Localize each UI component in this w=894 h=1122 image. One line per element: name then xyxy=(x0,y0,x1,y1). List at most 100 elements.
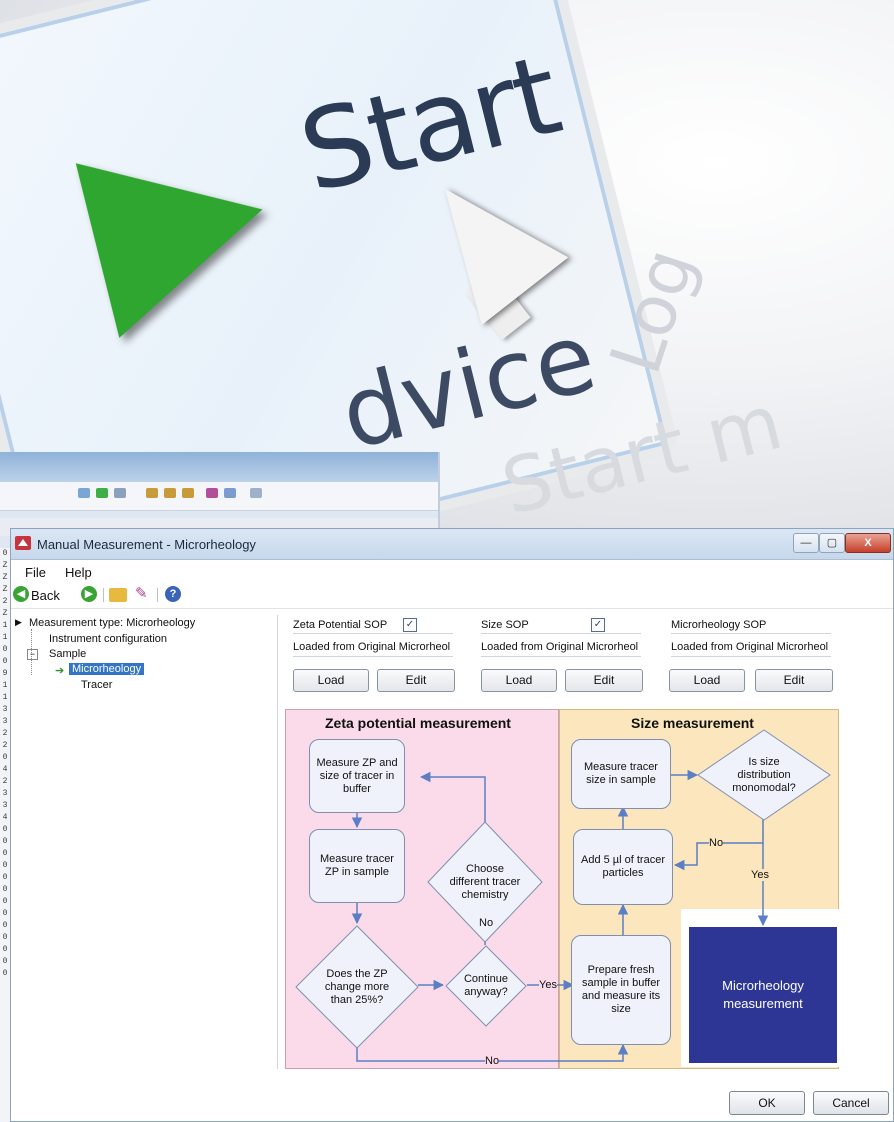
size-sop-status: Loaded from Original Microrheol xyxy=(481,641,639,653)
toolbar-icon xyxy=(206,488,218,498)
tree-item-measurement-type[interactable]: Measurement type: Microrheology xyxy=(29,617,195,629)
background-toolbar xyxy=(0,482,438,511)
tree-expand-icon[interactable]: ▶ xyxy=(15,617,22,628)
menu-help[interactable]: Help xyxy=(65,565,92,580)
zeta-sop-label: Zeta Potential SOP xyxy=(293,619,388,631)
microrheology-sop-load-button[interactable]: Load xyxy=(669,669,745,692)
row-number: 0 xyxy=(2,849,8,858)
current-step-arrow-icon: ➔ xyxy=(55,665,65,677)
zeta-sop-checkbox[interactable]: ✓ xyxy=(403,618,417,632)
size-sop-label: Size SOP xyxy=(481,619,529,631)
measure-tracer-zp-box: Measure tracer ZP in sample xyxy=(309,829,405,903)
row-number: 1 xyxy=(2,633,8,642)
continue-text: Continue anyway? xyxy=(463,973,509,998)
row-number: 0 xyxy=(2,921,8,930)
label-yes-continue: Yes xyxy=(539,979,557,991)
row-number: 0 xyxy=(2,873,8,882)
minimize-button[interactable]: — xyxy=(793,533,819,553)
microrheology-sop-edit-button[interactable]: Edit xyxy=(755,669,833,692)
row-number: 1 xyxy=(2,621,8,630)
forward-arrow-icon[interactable]: ▶ xyxy=(81,586,97,602)
zeta-sop-load-button[interactable]: Load xyxy=(293,669,369,692)
size-sop-edit-button[interactable]: Edit xyxy=(565,669,643,692)
zp-change-decision: Does the ZP change more than 25%? xyxy=(295,925,419,1049)
help-icon[interactable]: ? xyxy=(165,586,181,602)
row-number: 3 xyxy=(2,705,8,714)
row-number: 0 xyxy=(2,945,8,954)
row-number: 0 xyxy=(2,861,8,870)
add-tracer-box: Add 5 µl of tracer particles xyxy=(573,829,673,905)
measure-zp-box: Measure ZP and size of tracer in buffer xyxy=(309,739,405,813)
row-number: 9 xyxy=(2,669,8,678)
manual-measurement-dialog: Manual Measurement - Microrheology — ▢ X… xyxy=(10,528,894,1122)
toolbar: ◀ Back ▶ ✎ ? xyxy=(11,582,893,609)
play-small-icon xyxy=(96,488,108,498)
dialog-titlebar: Manual Measurement - Microrheology — ▢ X xyxy=(11,529,893,560)
background-titlebar xyxy=(0,452,438,482)
row-number: 0 xyxy=(2,969,8,978)
dialog-title: Manual Measurement - Microrheology xyxy=(37,537,256,552)
zp-change-text: Does the ZP change more than 25%? xyxy=(324,967,390,1006)
row-number: 0 xyxy=(2,753,8,762)
tree-item-instrument[interactable]: Instrument configuration xyxy=(49,633,167,645)
app-logo-icon xyxy=(15,536,31,550)
row-number: 0 xyxy=(2,909,8,918)
divider xyxy=(293,633,453,634)
row-number: Z xyxy=(2,573,8,582)
size-sop-checkbox[interactable]: ✓ xyxy=(591,618,605,632)
row-number: 2 xyxy=(2,597,8,606)
size-sop-load-button[interactable]: Load xyxy=(481,669,557,692)
row-number: 1 xyxy=(2,681,8,690)
row-number: 0 xyxy=(2,897,8,906)
microrheology-sop-label: Microrheology SOP xyxy=(671,619,767,631)
row-number: 3 xyxy=(2,801,8,810)
edit-icon[interactable]: ✎ xyxy=(135,586,151,602)
maximize-button[interactable]: ▢ xyxy=(819,533,845,553)
divider xyxy=(671,633,831,634)
label-no-monomodal: No xyxy=(709,837,724,849)
back-arrow-icon[interactable]: ◀ xyxy=(13,586,29,602)
row-number: 4 xyxy=(2,765,8,774)
row-number: 0 xyxy=(2,657,8,666)
folder-icon xyxy=(182,488,194,498)
divider xyxy=(671,656,831,657)
row-number: 0 xyxy=(2,885,8,894)
row-number: 0 xyxy=(2,825,8,834)
microrheology-measurement-box: Microrheology measurement xyxy=(689,927,837,1063)
prepare-fresh-sample-box: Prepare fresh sample in buffer and measu… xyxy=(571,935,671,1045)
close-button[interactable]: X xyxy=(845,533,891,553)
toolbar-icon xyxy=(250,488,262,498)
row-number: 3 xyxy=(2,789,8,798)
open-folder-icon[interactable] xyxy=(109,588,127,602)
row-number: 2 xyxy=(2,741,8,750)
label-no-bottom: No xyxy=(485,1055,500,1067)
monomodal-decision: Is size distribution monomodal? xyxy=(697,729,831,821)
tree-collapse-icon[interactable]: − xyxy=(27,649,38,660)
row-number: 0 xyxy=(2,645,8,654)
row-number: Z xyxy=(2,609,8,618)
measurement-flowchart: Zeta potential measurement Size measurem… xyxy=(285,709,839,1069)
row-number: 3 xyxy=(2,717,8,726)
microrheology-sop-status: Loaded from Original Microrheol xyxy=(671,641,829,653)
divider xyxy=(481,633,641,634)
cancel-button[interactable]: Cancel xyxy=(813,1091,889,1115)
tree-item-microrheology[interactable]: Microrheology xyxy=(69,663,145,675)
ok-button[interactable]: OK xyxy=(729,1091,805,1115)
toolbar-icon xyxy=(114,488,126,498)
tree-item-tracer[interactable]: Tracer xyxy=(81,679,112,691)
back-button[interactable]: Back xyxy=(31,588,60,603)
row-number: 2 xyxy=(2,777,8,786)
monomodal-text: Is size distribution monomodal? xyxy=(732,755,796,794)
label-yes-monomodal: Yes xyxy=(751,869,769,881)
zeta-sop-edit-button[interactable]: Edit xyxy=(377,669,455,692)
row-number: 4 xyxy=(2,813,8,822)
row-number: Z xyxy=(2,561,8,570)
menu-file[interactable]: File xyxy=(25,565,46,580)
measure-tracer-size-box: Measure tracer size in sample xyxy=(571,739,671,809)
divider xyxy=(481,656,641,657)
zeta-sop-status: Loaded from Original Microrheol xyxy=(293,641,451,653)
row-number: Z xyxy=(2,585,8,594)
folder-icon xyxy=(164,488,176,498)
row-number: 0 xyxy=(2,933,8,942)
tree-item-sample[interactable]: Sample xyxy=(49,648,86,660)
